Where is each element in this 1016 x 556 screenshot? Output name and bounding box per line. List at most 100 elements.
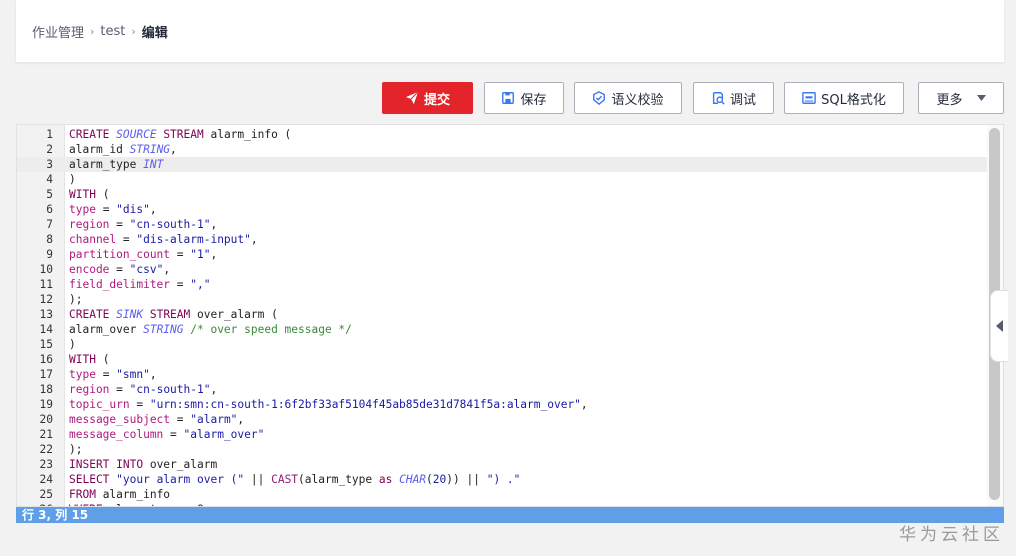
code-line[interactable]: 13 CREATE SINK STREAM over_alarm (	[17, 307, 989, 322]
line-number: 6	[46, 203, 53, 216]
submit-button[interactable]: 提交	[382, 82, 473, 114]
line-number: 11	[39, 278, 53, 291]
line-number: 3	[46, 158, 53, 171]
code-token: region	[69, 218, 110, 231]
shield-check-icon	[593, 91, 606, 105]
code-token: ,	[210, 218, 218, 231]
code-token: 20	[432, 473, 447, 486]
code-token: region	[69, 383, 110, 396]
code-line[interactable]: 21 message_column = "alarm_over"	[17, 427, 989, 442]
breadcrumb-job-management[interactable]: 作业管理	[32, 22, 84, 41]
code-token: SINK	[116, 308, 144, 321]
code-token: SELECT	[69, 473, 117, 486]
code-line[interactable]: 25 FROM alarm_info	[17, 487, 989, 502]
line-number: 17	[39, 368, 53, 381]
save-icon	[502, 92, 515, 104]
code-token: "alarm"	[190, 413, 238, 426]
code-line[interactable]: 7 region = "cn-south-1",	[17, 217, 989, 232]
sql-code-editor[interactable]: 1 CREATE SOURCE STREAM alarm_info (2 alarm…	[16, 124, 1004, 507]
code-token: =	[95, 368, 117, 381]
code-line[interactable]: 8 channel = "dis-alarm-input",	[17, 232, 989, 247]
line-number: 8	[46, 233, 53, 246]
breadcrumb-job-test[interactable]: test	[100, 24, 125, 39]
code-text: type = "dis",	[69, 202, 157, 217]
code-line[interactable]: 9 partition_count = "1",	[17, 247, 989, 262]
code-token: =	[129, 398, 150, 411]
code-line[interactable]: 10 encode = "csv",	[17, 262, 989, 277]
code-line[interactable]: 11 field_delimiter = ","	[17, 277, 989, 292]
semantic-check-button[interactable]: 语义校验	[574, 82, 682, 114]
code-line[interactable]: 6 type = "dis",	[17, 202, 989, 217]
code-line[interactable]: 15)	[17, 337, 989, 352]
code-token: channel	[69, 233, 117, 246]
more-dropdown[interactable]: 更多	[918, 82, 1004, 114]
code-line[interactable]: 12);	[17, 292, 989, 307]
code-text: CREATE SOURCE STREAM alarm_info (	[69, 127, 291, 142]
code-token: STREAM	[143, 308, 197, 321]
code-line[interactable]: 5 WITH (	[17, 187, 989, 202]
side-panel-toggle[interactable]	[990, 290, 1008, 362]
code-token: );	[69, 293, 83, 306]
code-line[interactable]: 1 CREATE SOURCE STREAM alarm_info (	[17, 127, 989, 142]
code-token: ,	[210, 383, 218, 396]
line-number: 18	[39, 383, 53, 396]
save-button[interactable]: 保存	[484, 82, 564, 114]
code-token: ,	[210, 248, 218, 261]
more-dropdown-label: 更多	[936, 92, 963, 108]
code-line[interactable]: 23 INSERT INTO over_alarm	[17, 457, 989, 472]
code-line[interactable]: 22);	[17, 442, 989, 457]
code-token: "cn-south-1"	[129, 383, 211, 396]
code-token: alarm_info	[102, 488, 171, 501]
code-token: (	[95, 188, 110, 201]
code-text: encode = "csv",	[69, 262, 170, 277]
code-token: ,	[170, 143, 177, 156]
sql-format-icon	[802, 92, 816, 104]
code-text: WITH (	[69, 187, 109, 202]
code-token: as	[378, 473, 400, 486]
line-number: 25	[39, 488, 53, 501]
code-token: ||	[244, 473, 272, 486]
code-token: type	[69, 368, 96, 381]
code-text: )	[69, 172, 76, 187]
code-line[interactable]: 3 alarm_type INT	[17, 157, 989, 172]
code-token: =	[109, 383, 130, 396]
code-token: ,	[149, 203, 157, 216]
code-token: )	[69, 338, 76, 351]
code-token: CREATE	[69, 308, 117, 321]
code-token: alarm_over	[69, 323, 144, 336]
code-token: ","	[190, 278, 211, 291]
code-token: =	[116, 233, 137, 246]
breadcrumb-separator: ›	[131, 24, 136, 38]
code-token: "urn:smn:cn-south-1:6f2bf33af5104f45ab85…	[149, 398, 581, 411]
code-text: region = "cn-south-1",	[69, 382, 217, 397]
code-line[interactable]: 2 alarm_id STRING,	[17, 142, 989, 157]
code-token: )) ||	[446, 473, 487, 486]
code-token: ,	[237, 413, 245, 426]
code-token: ,	[149, 368, 157, 381]
code-line[interactable]: 19 topic_urn = "urn:smn:cn-south-1:6f2bf3…	[17, 397, 989, 412]
code-text: INSERT INTO over_alarm	[69, 457, 217, 472]
code-token: SOURCE	[116, 128, 157, 141]
line-number: 16	[39, 353, 53, 366]
code-token: WITH	[69, 353, 96, 366]
code-line[interactable]: 17 type = "smn",	[17, 367, 989, 382]
code-line[interactable]: 16 WITH (	[17, 352, 989, 367]
code-line[interactable]: 20 message_subject = "alarm",	[17, 412, 989, 427]
code-token: CAST	[271, 473, 299, 486]
code-token: INSERT INTO	[69, 458, 150, 471]
code-token: topic_urn	[69, 398, 130, 411]
line-number: 23	[39, 458, 53, 471]
line-number: 2	[46, 143, 53, 156]
code-text: alarm_id STRING,	[69, 142, 177, 157]
code-line[interactable]: 4)	[17, 172, 989, 187]
code-text: FROM alarm_info	[69, 487, 170, 502]
code-line[interactable]: 18 region = "cn-south-1",	[17, 382, 989, 397]
sql-format-button[interactable]: SQL格式化	[784, 82, 904, 114]
code-line[interactable]: 24 SELECT "your alarm over (" || CAST(ala…	[17, 472, 989, 487]
sql-format-button-label: SQL格式化	[821, 92, 886, 108]
code-text: topic_urn = "urn:smn:cn-south-1:6f2bf33a…	[69, 397, 588, 412]
code-line[interactable]: 14 alarm_over STRING /* over speed messag…	[17, 322, 989, 337]
line-number: 15	[39, 338, 53, 351]
debug-button[interactable]: 调试	[693, 82, 774, 114]
code-lines: 1 CREATE SOURCE STREAM alarm_info (2 alarm…	[17, 127, 989, 506]
